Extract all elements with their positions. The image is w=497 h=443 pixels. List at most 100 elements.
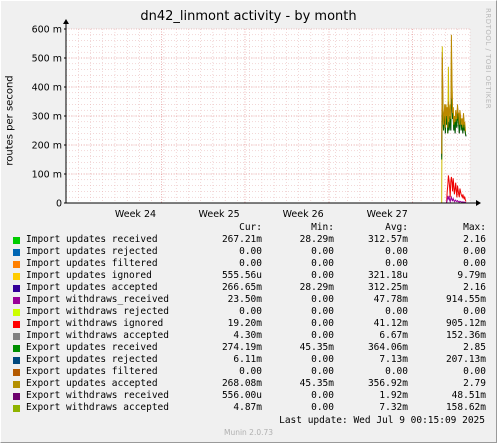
header-cur: Cur: bbox=[239, 222, 262, 233]
legend-table: Cur: Min: Avg: Max: Import updates recei… bbox=[12, 222, 487, 414]
legend-row: Export updates received 274.19m 45.35m 364.… bbox=[12, 342, 487, 354]
y-axis-arrow-icon bbox=[63, 19, 69, 24]
x-tick-label: Week 25 bbox=[199, 209, 240, 220]
legend-cur: 0.00 bbox=[239, 246, 262, 257]
legend-swatch bbox=[13, 357, 20, 364]
legend-avg: 364.06m bbox=[367, 342, 408, 353]
legend-swatch bbox=[13, 285, 20, 292]
legend-avg: 312.57m bbox=[367, 234, 408, 245]
legend-row: Export updates accepted 268.08m 45.35m 356.… bbox=[12, 378, 487, 390]
legend-max: 0.00 bbox=[463, 366, 486, 377]
legend-cur: 268.08m bbox=[221, 378, 262, 389]
legend-name: Import updates ignored bbox=[26, 270, 152, 281]
legend-avg: 47.78m bbox=[373, 294, 408, 305]
y-tick-label: 500 m bbox=[32, 54, 62, 65]
legend-name: Import withdraws_received bbox=[26, 294, 169, 305]
legend-swatch bbox=[13, 381, 20, 388]
legend-avg: 41.12m bbox=[373, 318, 408, 329]
legend-min: 28.29m bbox=[299, 234, 334, 245]
legend-min: 0.00 bbox=[311, 366, 334, 377]
legend-avg: 0.00 bbox=[385, 306, 408, 317]
legend-swatch bbox=[13, 297, 20, 304]
legend-name: Export updates rejected bbox=[26, 354, 158, 365]
last-update: Last update: Wed Jul 9 00:15:09 2025 bbox=[279, 415, 485, 426]
legend-cur: 4.87m bbox=[233, 402, 262, 413]
legend-row: Import withdraws ignored 19.20m 0.00 41.12m… bbox=[12, 318, 487, 330]
legend-min: 0.00 bbox=[311, 258, 334, 269]
legend-row: Export withdraws accepted 4.87m 0.00 7.32m 1… bbox=[12, 402, 487, 414]
legend-avg: 6.67m bbox=[379, 330, 408, 341]
y-tick-label: 600 m bbox=[32, 25, 62, 36]
legend-max: 158.62m bbox=[445, 402, 486, 413]
legend-avg: 1.92m bbox=[379, 390, 408, 401]
header-min: Min: bbox=[311, 222, 334, 233]
legend-avg: 7.32m bbox=[379, 402, 408, 413]
legend-swatch bbox=[13, 405, 20, 412]
legend-row: Import withdraws_received 23.50m 0.00 47.78… bbox=[12, 294, 487, 306]
legend-min: 0.00 bbox=[311, 390, 334, 401]
legend-cur: 266.65m bbox=[221, 282, 262, 293]
legend-cur: 267.21m bbox=[221, 234, 262, 245]
munin-version: Munin 2.0.73 bbox=[223, 428, 274, 437]
legend-min: 0.00 bbox=[311, 318, 334, 329]
legend-swatch bbox=[13, 333, 20, 340]
legend-min: 0.00 bbox=[311, 306, 334, 317]
y-tick-label: 400 m bbox=[32, 83, 62, 94]
legend-cur: 0.00 bbox=[239, 258, 262, 269]
legend-row: Export withdraws received 556.00u 0.00 1.92… bbox=[12, 390, 487, 402]
legend-min: 0.00 bbox=[311, 402, 334, 413]
y-tick-label: 200 m bbox=[32, 141, 62, 152]
legend-max: 2.16 bbox=[463, 282, 486, 293]
header-max: Max: bbox=[463, 222, 486, 233]
legend-name: Export updates accepted bbox=[26, 378, 158, 389]
legend-min: 45.35m bbox=[299, 378, 334, 389]
legend-name: Import withdraws accepted bbox=[26, 330, 169, 341]
legend-avg: 0.00 bbox=[385, 246, 408, 257]
legend-avg: 312.25m bbox=[367, 282, 408, 293]
legend-max: 0.00 bbox=[463, 258, 486, 269]
legend-max: 0.00 bbox=[463, 306, 486, 317]
legend-name: Import updates accepted bbox=[26, 282, 158, 293]
legend-row: Import updates rejected 0.00 0.00 0.00 0.00 bbox=[12, 246, 487, 258]
legend-max: 914.55m bbox=[445, 294, 486, 305]
legend-row: Export updates filtered 0.00 0.00 0.00 0.00 bbox=[12, 366, 487, 378]
legend-max: 2.79 bbox=[463, 378, 486, 389]
legend-name: Import updates filtered bbox=[26, 258, 158, 269]
legend-name: Export withdraws received bbox=[26, 390, 169, 401]
legend-min: 0.00 bbox=[311, 294, 334, 305]
legend-swatch bbox=[13, 273, 20, 280]
legend-max: 2.85 bbox=[463, 342, 486, 353]
legend-cur: 0.00 bbox=[239, 366, 262, 377]
legend-avg: 0.00 bbox=[385, 258, 408, 269]
legend-max: 905.12m bbox=[445, 318, 486, 329]
legend-cur: 0.00 bbox=[239, 306, 262, 317]
legend-name: Import withdraws rejected bbox=[26, 306, 169, 317]
y-tick-label: 100 m bbox=[32, 170, 62, 181]
legend-avg: 0.00 bbox=[385, 366, 408, 377]
legend-swatch bbox=[13, 345, 20, 352]
legend-cur: 274.19m bbox=[221, 342, 262, 353]
legend-cur: 6.11m bbox=[233, 354, 262, 365]
legend-max: 0.00 bbox=[463, 246, 486, 257]
legend-swatch bbox=[13, 369, 20, 376]
legend-row: Import withdraws accepted 4.30m 0.00 6.67m 1… bbox=[12, 330, 487, 342]
legend-name: Export updates received bbox=[26, 342, 158, 353]
legend-cur: 555.56u bbox=[221, 270, 262, 281]
y-tick-label: 300 m bbox=[32, 112, 62, 123]
legend-header-row: Cur: Min: Avg: Max: bbox=[12, 222, 487, 234]
legend-swatch bbox=[13, 249, 20, 256]
legend-cur: 556.00u bbox=[221, 390, 262, 401]
y-tick-label: 0 bbox=[56, 199, 62, 210]
x-tick-label: Week 27 bbox=[367, 209, 408, 220]
x-axis-arrow-icon bbox=[476, 200, 481, 206]
legend-min: 0.00 bbox=[311, 270, 334, 281]
plot-area: 0 100 m 200 m 300 m 400 m 500 m 600 m Week 24 We… bbox=[32, 19, 481, 220]
legend-avg: 356.92m bbox=[367, 378, 408, 389]
legend-cur: 4.30m bbox=[233, 330, 262, 341]
legend-name: Import updates rejected bbox=[26, 246, 158, 257]
legend-row: Import withdraws rejected 0.00 0.00 0.00 0.0… bbox=[12, 306, 487, 318]
legend-swatch bbox=[13, 321, 20, 328]
legend-name: Export withdraws accepted bbox=[26, 402, 169, 413]
legend-min: 0.00 bbox=[311, 246, 334, 257]
legend-max: 48.51m bbox=[451, 390, 486, 401]
